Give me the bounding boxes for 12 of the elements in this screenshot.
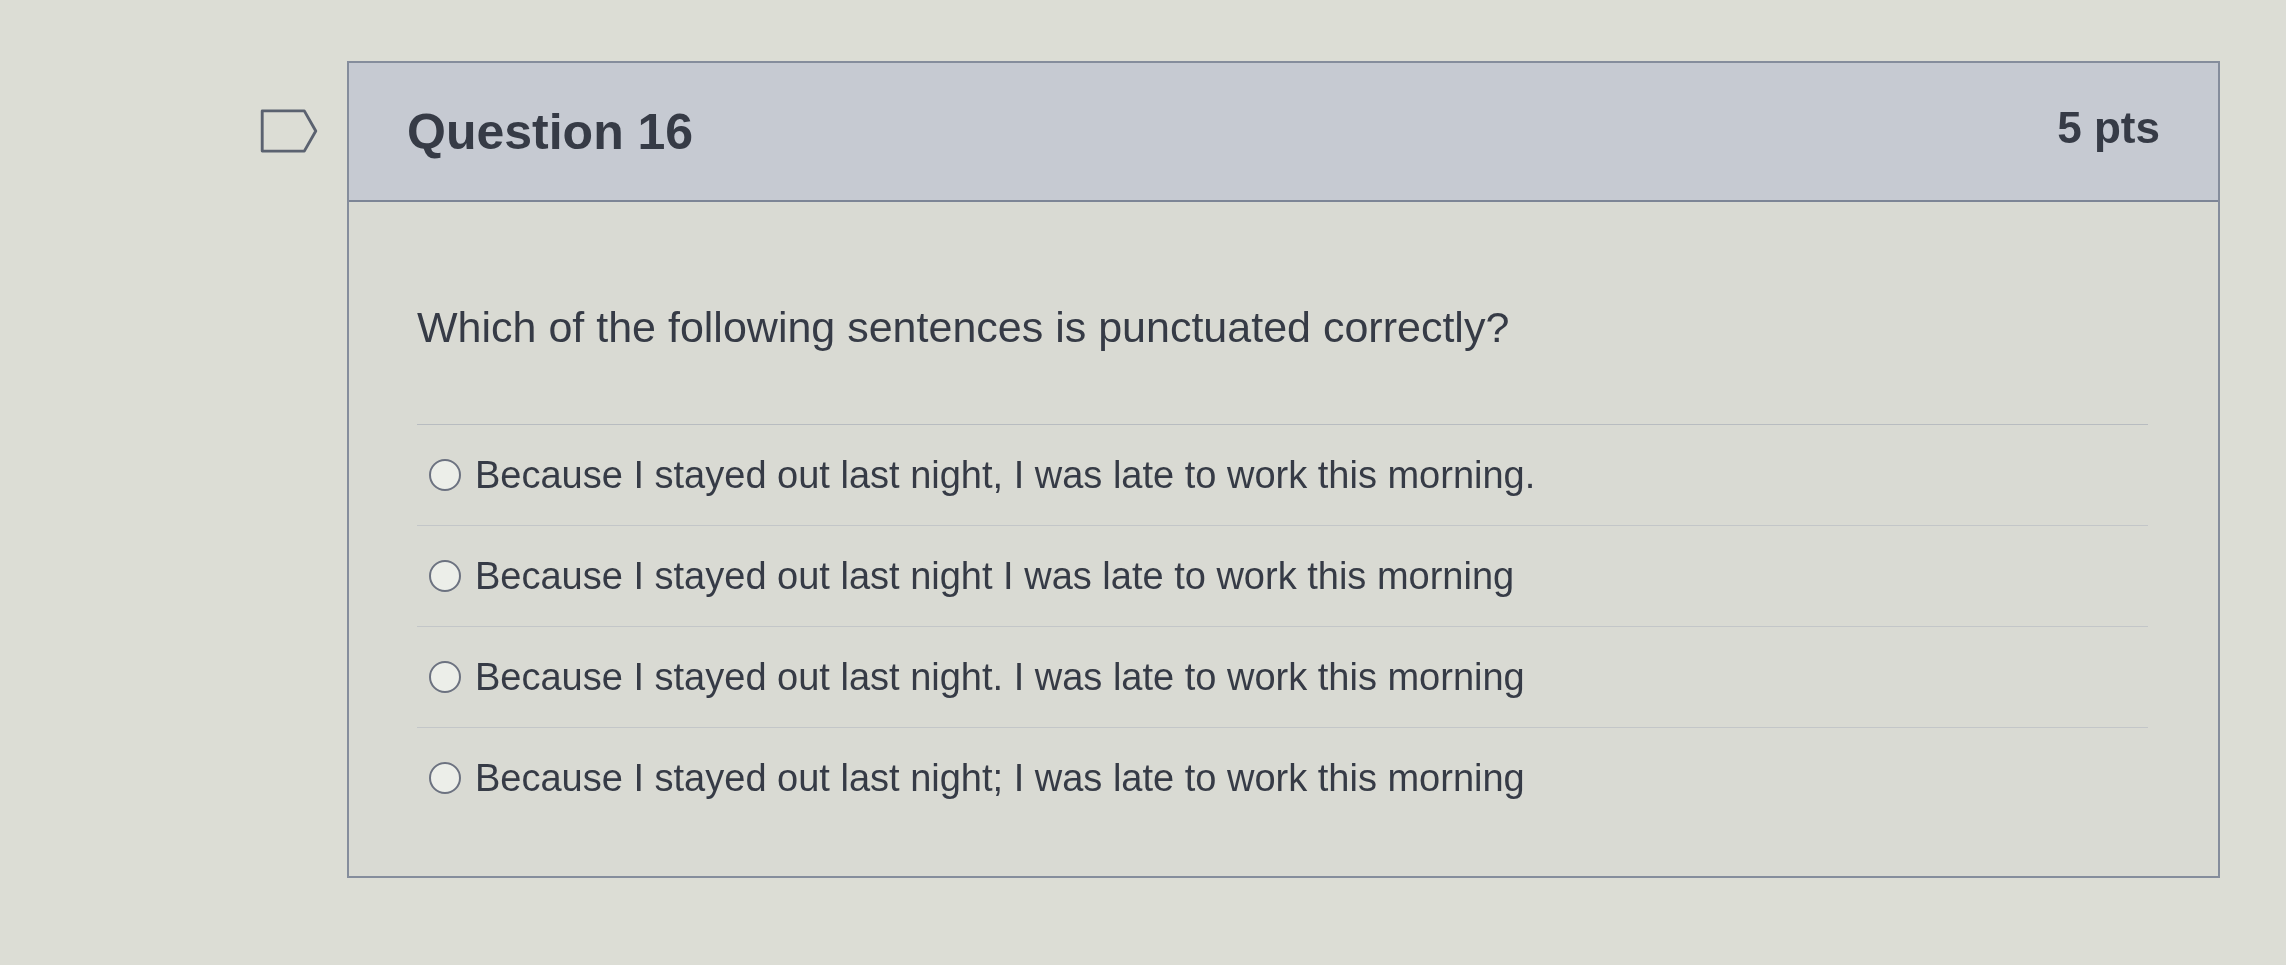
radio-button[interactable] xyxy=(429,661,461,693)
answer-label[interactable]: Because I stayed out last night; I was late to work this morning xyxy=(475,756,1525,800)
question-title: Question 16 xyxy=(407,102,694,161)
answer-label[interactable]: Because I stayed out last night, I was late to work this morning. xyxy=(475,453,1536,497)
tag-icon[interactable] xyxy=(260,109,318,153)
answer-label[interactable]: Because I stayed out last night I was late to work this morning xyxy=(475,554,1515,598)
radio-button[interactable] xyxy=(429,459,461,491)
points-label: 5 pts xyxy=(2057,102,2160,153)
radio-button[interactable] xyxy=(429,762,461,794)
answer-label[interactable]: Because I stayed out last night. I was late to work this morning xyxy=(475,655,1525,699)
question-text: Which of the following sentences is punctuated correctly? xyxy=(417,302,2148,425)
radio-button[interactable] xyxy=(429,560,461,592)
